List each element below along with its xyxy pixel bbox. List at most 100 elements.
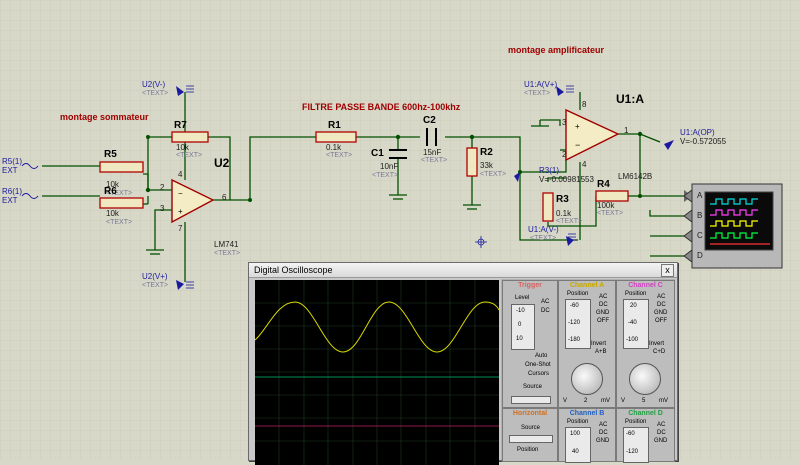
r2-value: 33k bbox=[480, 161, 493, 170]
r4-name[interactable]: R4 bbox=[597, 179, 610, 190]
trigger-cursors[interactable]: Cursors bbox=[528, 371, 549, 377]
channel-a-mv: mV bbox=[601, 398, 610, 404]
probe-r3[interactable]: R3(1) bbox=[539, 166, 559, 175]
probe-u1a-op-value: V=-0.572055 bbox=[680, 137, 727, 146]
trigger-source-label: Source bbox=[523, 384, 543, 390]
probe-u2-vminus[interactable]: U2(V-) bbox=[142, 80, 165, 89]
probe-u2-vplus-text: <TEXT> bbox=[142, 282, 169, 289]
channel-a-position-value: -120 bbox=[568, 320, 581, 326]
channel-a-scale-knob[interactable] bbox=[571, 363, 603, 395]
c1-name[interactable]: C1 bbox=[371, 148, 384, 159]
u1a-pin-1: 1 bbox=[624, 126, 629, 135]
channel-c-position-value: -40 bbox=[628, 320, 637, 326]
probe-u2-vminus-text: <TEXT> bbox=[142, 90, 169, 97]
channel-b-position-value: 40 bbox=[572, 449, 579, 455]
channel-c-c-plus-d[interactable]: C+D bbox=[653, 349, 665, 355]
scope-input-c: C bbox=[697, 231, 703, 240]
probe-u1a-vminus[interactable]: U1:A(V-) bbox=[528, 225, 559, 234]
u2-label[interactable]: U2 bbox=[214, 156, 229, 170]
channel-a-dc[interactable]: DC bbox=[599, 302, 608, 308]
oscilloscope-titlebar[interactable]: Digital Oscilloscope x bbox=[249, 263, 677, 278]
channel-c-ac[interactable]: AC bbox=[657, 294, 665, 300]
u2-pin-6: 6 bbox=[222, 193, 227, 202]
channel-d-gnd[interactable]: GND bbox=[654, 438, 667, 444]
svg-text:−: − bbox=[178, 189, 183, 198]
u1a-pin-8: 8 bbox=[582, 100, 587, 109]
oscilloscope-window[interactable]: Digital Oscilloscope x Trigger Level -10… bbox=[248, 262, 678, 465]
scope-input-a: A bbox=[697, 191, 703, 200]
channel-a-off[interactable]: OFF bbox=[597, 318, 609, 324]
generator-r5[interactable]: R5(1) bbox=[2, 157, 22, 166]
c1-value: 10nF bbox=[380, 162, 399, 171]
r1-name[interactable]: R1 bbox=[328, 120, 341, 131]
channel-c-scale-knob[interactable] bbox=[629, 363, 661, 395]
trigger-source-slider[interactable] bbox=[511, 396, 551, 404]
channel-a-section: Channel A Position -60 -120 -180 AC DC G… bbox=[558, 280, 616, 408]
channel-b-dc[interactable]: DC bbox=[599, 430, 608, 436]
channel-a-tick-bot: -180 bbox=[568, 337, 581, 343]
amplifier-title: montage amplificateur bbox=[508, 45, 605, 55]
close-icon: x bbox=[665, 265, 670, 275]
r7-name[interactable]: R7 bbox=[174, 120, 187, 131]
u2-model: LM741 bbox=[214, 240, 239, 249]
trigger-one-shot[interactable]: One-Shot bbox=[525, 362, 551, 368]
r5-name[interactable]: R5 bbox=[104, 149, 117, 160]
probe-u1a-vplus[interactable]: U1:A(V+) bbox=[524, 80, 557, 89]
svg-text:+: + bbox=[575, 122, 580, 131]
close-button[interactable]: x bbox=[661, 264, 674, 277]
svg-text:−: − bbox=[575, 140, 580, 150]
channel-c-dc[interactable]: DC bbox=[657, 302, 666, 308]
channel-a-a-plus-b[interactable]: A+B bbox=[595, 349, 607, 355]
r3-value: 0.1k bbox=[556, 209, 572, 218]
channel-d-tick-top: -60 bbox=[626, 431, 635, 437]
trigger-level-label: Level bbox=[515, 295, 530, 301]
u1a-pin-2: 2 bbox=[562, 150, 567, 159]
channel-c-off[interactable]: OFF bbox=[655, 318, 667, 324]
generator-r6[interactable]: R6(1) bbox=[2, 187, 22, 196]
channel-c-mv: mV bbox=[659, 398, 668, 404]
r7-text: <TEXT> bbox=[176, 152, 203, 159]
channel-a-invert[interactable]: Invert bbox=[591, 341, 606, 347]
channel-c-invert[interactable]: Invert bbox=[649, 341, 664, 347]
r2-name[interactable]: R2 bbox=[480, 147, 493, 158]
channel-d-position-label: Position bbox=[625, 419, 647, 425]
channel-c-tick-top: 20 bbox=[630, 303, 637, 309]
trigger-level-tick-bot: 10 bbox=[516, 336, 523, 342]
probe-u1a-op[interactable]: U1:A(OP) bbox=[680, 128, 715, 137]
r6-text: <TEXT> bbox=[106, 219, 133, 226]
channel-b-header: Channel B bbox=[569, 410, 605, 417]
channel-a-gnd[interactable]: GND bbox=[596, 310, 609, 316]
channel-b-gnd[interactable]: GND bbox=[596, 438, 609, 444]
r1-value: 0.1k bbox=[326, 143, 342, 152]
c2-name[interactable]: C2 bbox=[423, 115, 436, 126]
horizontal-source-slider[interactable] bbox=[509, 435, 553, 443]
channel-a-tick-top: -60 bbox=[570, 303, 579, 309]
channel-b-ac[interactable]: AC bbox=[599, 422, 607, 428]
oscilloscope-screen[interactable] bbox=[255, 280, 499, 465]
r3-name[interactable]: R3 bbox=[556, 194, 569, 205]
u2-pin-4: 4 bbox=[178, 170, 183, 179]
r6-name[interactable]: R6 bbox=[104, 186, 117, 197]
channel-c-section: Channel C Position 20 -40 -100 AC DC GND… bbox=[616, 280, 675, 408]
channel-a-ac[interactable]: AC bbox=[599, 294, 607, 300]
trigger-dc[interactable]: DC bbox=[541, 308, 550, 314]
channel-d-dc[interactable]: DC bbox=[657, 430, 666, 436]
trigger-level-tick-mid: 0 bbox=[518, 322, 522, 328]
u1a-label[interactable]: U1:A bbox=[616, 92, 644, 106]
trigger-auto[interactable]: Auto bbox=[535, 353, 547, 359]
summer-title: montage sommateur bbox=[60, 112, 149, 122]
probe-u2-vplus[interactable]: U2(V+) bbox=[142, 272, 168, 281]
probe-r3-value: V=-0.00981553 bbox=[539, 175, 594, 184]
channel-d-ac[interactable]: AC bbox=[657, 422, 665, 428]
probe-u1a-vminus-text: <TEXT> bbox=[530, 235, 557, 242]
u2-pin-3: 3 bbox=[160, 204, 165, 213]
channel-c-gnd[interactable]: GND bbox=[654, 310, 667, 316]
scope-input-d: D bbox=[697, 251, 703, 260]
trigger-ac[interactable]: AC bbox=[541, 299, 549, 305]
generator-r6-ext: EXT bbox=[2, 196, 18, 205]
channel-a-scale: 2 bbox=[584, 398, 588, 404]
svg-text:+: + bbox=[178, 207, 183, 216]
oscilloscope-controls: Trigger Level -10 0 10 AC DC Auto One-Sh… bbox=[501, 279, 675, 463]
u2-pin-7: 7 bbox=[178, 224, 183, 233]
channel-c-header: Channel C bbox=[628, 282, 663, 289]
